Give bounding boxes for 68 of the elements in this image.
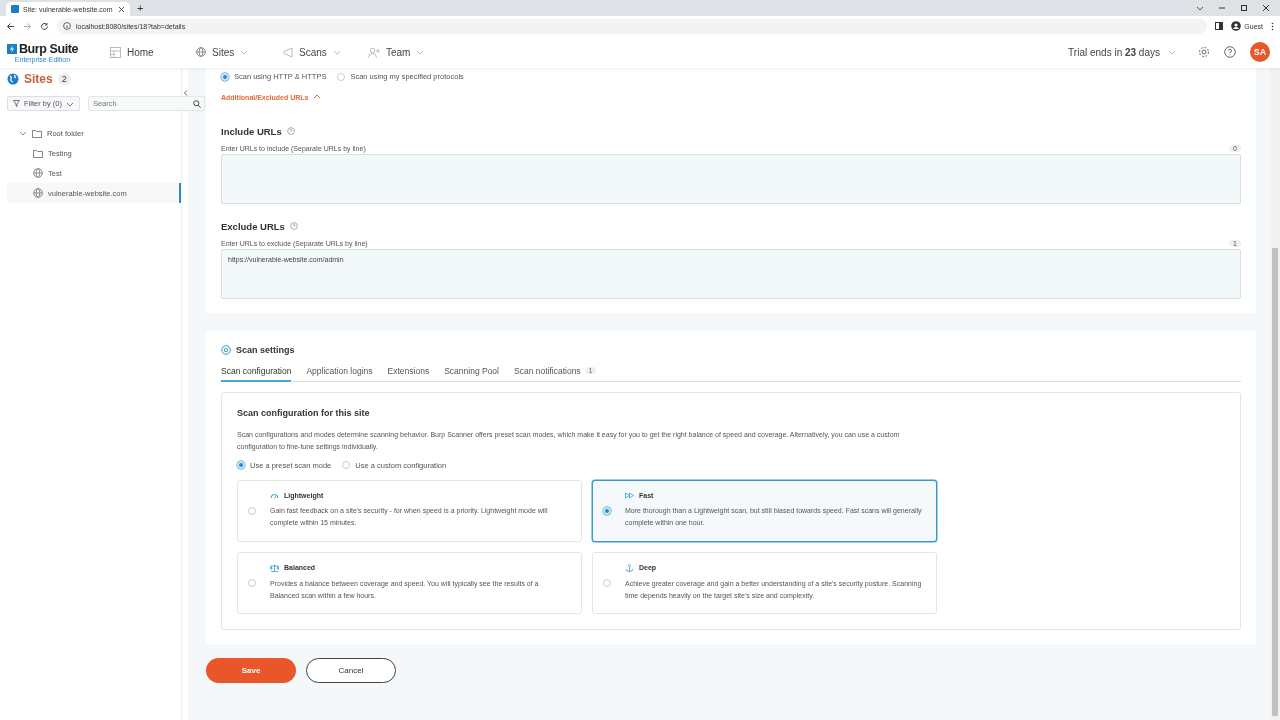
collapse-icon[interactable] <box>183 90 189 96</box>
radio-button[interactable] <box>237 461 245 469</box>
settings-icon <box>221 344 231 355</box>
nav-item[interactable]: Scans <box>282 46 368 58</box>
close-icon[interactable] <box>1262 4 1270 12</box>
scrollbar[interactable] <box>1270 68 1280 720</box>
help-icon <box>289 222 298 230</box>
help-icon <box>286 127 295 135</box>
panel-title: Scan configuration for this site <box>237 407 371 418</box>
user-avatar[interactable]: SA <box>1250 42 1270 62</box>
search-icon <box>192 100 201 108</box>
caret-icon <box>332 48 341 56</box>
megaphone-icon <box>282 46 293 58</box>
scales-icon <box>270 563 279 572</box>
logo-icon <box>6 43 17 54</box>
nav-item[interactable]: Home <box>110 46 196 58</box>
anchor-icon <box>625 563 634 572</box>
gauge-icon <box>270 492 279 499</box>
nav-item[interactable]: Team <box>368 46 454 58</box>
restore-icon[interactable] <box>1240 4 1248 12</box>
cancel-button[interactable]: Cancel <box>306 657 396 683</box>
tab[interactable]: Scanning Pool <box>444 365 499 382</box>
chevron-icon <box>19 129 27 137</box>
caret-icon <box>240 48 249 56</box>
radio-button[interactable] <box>337 72 346 81</box>
help-icon[interactable] <box>1224 46 1236 58</box>
save-button[interactable]: Save <box>206 657 296 683</box>
reload-icon[interactable] <box>40 21 49 31</box>
radio-button[interactable] <box>248 578 256 587</box>
count-badge: 2 <box>57 73 71 85</box>
radio-button[interactable] <box>221 72 229 81</box>
close-icon[interactable] <box>118 5 125 13</box>
info-icon <box>63 22 71 30</box>
filter-icon <box>13 100 20 107</box>
radio-button[interactable] <box>248 506 256 515</box>
section-title: Scan settings <box>236 344 295 355</box>
section-title: Include URLs <box>221 125 282 137</box>
caret-icon <box>312 93 321 101</box>
tab[interactable]: Extensions <box>387 365 430 382</box>
globe-icon <box>7 73 19 85</box>
favicon-icon <box>11 5 19 13</box>
chevron-down-icon[interactable] <box>1196 4 1204 12</box>
caret-icon <box>1168 48 1176 56</box>
tab[interactable]: Scan configuration <box>221 365 292 382</box>
settings-icon[interactable] <box>1198 46 1210 58</box>
url-field[interactable] <box>221 153 1241 204</box>
section-title: Exclude URLs <box>221 220 285 232</box>
nav-item[interactable]: Sites <box>196 46 282 58</box>
fast-forward-icon <box>625 492 634 499</box>
back-icon[interactable] <box>6 21 15 31</box>
trial-dropdown[interactable]: Trial ends in 23 days <box>1068 46 1176 58</box>
add-user-icon <box>368 46 380 58</box>
globe-icon <box>33 168 43 178</box>
minimize-icon[interactable] <box>1218 4 1226 12</box>
person-icon <box>1231 21 1242 31</box>
new-tab-button[interactable]: + <box>137 2 144 16</box>
radio-button[interactable] <box>603 506 611 515</box>
globe-icon <box>33 188 43 198</box>
radio-button[interactable] <box>342 461 351 469</box>
sidebar-title: Sites <box>24 72 53 86</box>
caret-icon <box>416 48 425 56</box>
radio-button[interactable] <box>603 578 611 587</box>
forward-icon[interactable] <box>23 21 32 31</box>
logo-text: Burp Suite <box>18 41 79 56</box>
tab[interactable]: Application logins <box>306 365 373 382</box>
globe-icon <box>196 47 206 57</box>
grid-icon <box>110 46 121 58</box>
sidebar-icon[interactable] <box>1215 22 1224 30</box>
